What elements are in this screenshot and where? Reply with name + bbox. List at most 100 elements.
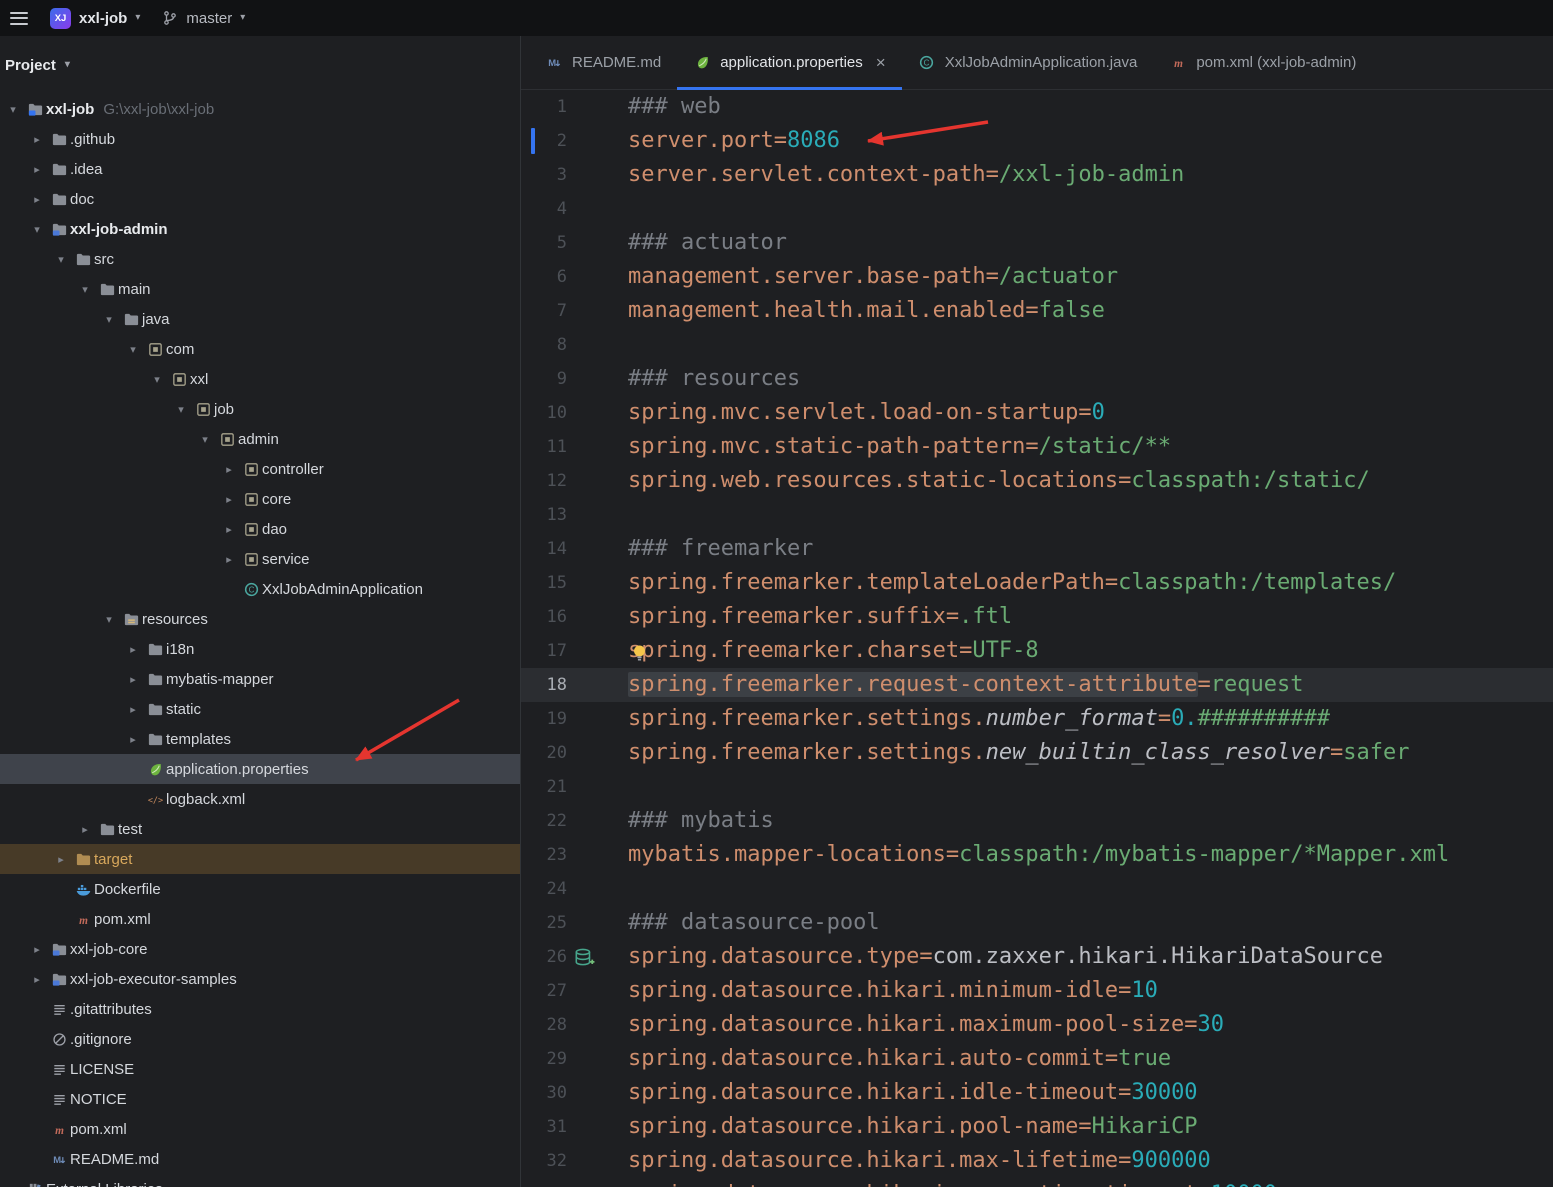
chevron-right-icon[interactable]: ▸ — [122, 703, 144, 716]
code-line-15[interactable]: 15 spring.freemarker.templateLoaderPath=c… — [521, 566, 1553, 600]
code-line-8[interactable]: 8 — [521, 328, 1553, 362]
chevron-right-icon[interactable]: ▸ — [2, 1183, 24, 1187]
code-line-17[interactable]: 17 spring.freemarker.charset=UTF-8 — [521, 634, 1553, 668]
tab-application-properties[interactable]: application.properties × — [677, 36, 902, 90]
tree-item-github[interactable]: ▸ .github — [0, 124, 520, 154]
code-line-1[interactable]: 1 ### web — [521, 90, 1553, 124]
tree-item-static[interactable]: ▸ static — [0, 694, 520, 724]
code-line-5[interactable]: 5 ### actuator — [521, 226, 1553, 260]
project-selector[interactable]: XJ xxl-job ▾ — [50, 7, 140, 29]
code-line-3[interactable]: 3 server.servlet.context-path=/xxl-job-ad… — [521, 158, 1553, 192]
tree-item-notice[interactable]: NOTICE — [0, 1084, 520, 1114]
tree-item-xxl[interactable]: ▾ xxl — [0, 364, 520, 394]
tree-item-pom-xml[interactable]: m pom.xml — [0, 1114, 520, 1144]
tree-item-test[interactable]: ▸ test — [0, 814, 520, 844]
tab-readme-md[interactable]: M README.md — [529, 36, 677, 89]
chevron-right-icon[interactable]: ▸ — [218, 493, 240, 506]
tree-item-java[interactable]: ▾ java — [0, 304, 520, 334]
code-line-20[interactable]: 20 spring.freemarker.settings.new_builtin… — [521, 736, 1553, 770]
code-line-22[interactable]: 22 ### mybatis — [521, 804, 1553, 838]
code-line-4[interactable]: 4 — [521, 192, 1553, 226]
tree-item-mybatis-mapper[interactable]: ▸ mybatis-mapper — [0, 664, 520, 694]
tree-item-i18n[interactable]: ▸ i18n — [0, 634, 520, 664]
tree-item-controller[interactable]: ▸ controller — [0, 454, 520, 484]
chevron-right-icon[interactable]: ▸ — [26, 973, 48, 986]
code-line-19[interactable]: 19 spring.freemarker.settings.number_form… — [521, 702, 1553, 736]
chevron-down-icon[interactable]: ▾ — [98, 313, 120, 326]
chevron-right-icon[interactable]: ▸ — [122, 733, 144, 746]
code-line-14[interactable]: 14 ### freemarker — [521, 532, 1553, 566]
tree-item-admin[interactable]: ▾ admin — [0, 424, 520, 454]
code-line-24[interactable]: 24 — [521, 872, 1553, 906]
code-line-28[interactable]: 28 spring.datasource.hikari.maximum-pool-… — [521, 1008, 1553, 1042]
chevron-right-icon[interactable]: ▸ — [26, 133, 48, 146]
tree-item-idea[interactable]: ▸ .idea — [0, 154, 520, 184]
chevron-down-icon[interactable]: ▾ — [170, 403, 192, 416]
chevron-right-icon[interactable]: ▸ — [122, 643, 144, 656]
project-panel-header[interactable]: Project ▾ — [0, 36, 520, 94]
chevron-right-icon[interactable]: ▸ — [26, 193, 48, 206]
code-line-21[interactable]: 21 — [521, 770, 1553, 804]
tree-item-application-properties[interactable]: application.properties — [0, 754, 520, 784]
code-line-9[interactable]: 9 ### resources — [521, 362, 1553, 396]
tree-item-xxl-job-admin[interactable]: ▾ xxl-job-admin — [0, 214, 520, 244]
code-line-26[interactable]: 26 spring.datasource.type=com.zaxxer.hika… — [521, 940, 1553, 974]
code-line-7[interactable]: 7 management.health.mail.enabled=false — [521, 294, 1553, 328]
chevron-right-icon[interactable]: ▸ — [218, 463, 240, 476]
tree-item-license[interactable]: LICENSE — [0, 1054, 520, 1084]
code-line-25[interactable]: 25 ### datasource-pool — [521, 906, 1553, 940]
tree-item-service[interactable]: ▸ service — [0, 544, 520, 574]
code-line-13[interactable]: 13 — [521, 498, 1553, 532]
tree-item-templates[interactable]: ▸ templates — [0, 724, 520, 754]
chevron-right-icon[interactable]: ▸ — [218, 523, 240, 536]
tree-item-xxljobadminapplication[interactable]: C XxlJobAdminApplication — [0, 574, 520, 604]
chevron-right-icon[interactable]: ▸ — [26, 163, 48, 176]
code-line-27[interactable]: 27 spring.datasource.hikari.minimum-idle=… — [521, 974, 1553, 1008]
chevron-down-icon[interactable]: ▾ — [26, 223, 48, 236]
tree-item-xxl-job-core[interactable]: ▸ xxl-job-core — [0, 934, 520, 964]
tree-item-external-libraries[interactable]: ▸ External Libraries — [0, 1174, 520, 1187]
code-line-32[interactable]: 32 spring.datasource.hikari.max-lifetime=… — [521, 1144, 1553, 1178]
tab-pom-xml-xxl-job-admin[interactable]: m pom.xml (xxl-job-admin) — [1153, 36, 1372, 89]
tree-item-core[interactable]: ▸ core — [0, 484, 520, 514]
tree-item-com[interactable]: ▾ com — [0, 334, 520, 364]
chevron-down-icon[interactable]: ▾ — [74, 283, 96, 296]
tree-item-src[interactable]: ▾ src — [0, 244, 520, 274]
tree-item-readme-md[interactable]: M README.md — [0, 1144, 520, 1174]
tree-item-resources[interactable]: ▾ resources — [0, 604, 520, 634]
tree-item-job[interactable]: ▾ job — [0, 394, 520, 424]
tab-xxljobadminapplication-java[interactable]: C XxlJobAdminApplication.java — [902, 36, 1154, 89]
chevron-right-icon[interactable]: ▸ — [74, 823, 96, 836]
tree-item-target[interactable]: ▸ target — [0, 844, 520, 874]
chevron-right-icon[interactable]: ▸ — [122, 673, 144, 686]
chevron-down-icon[interactable]: ▾ — [194, 433, 216, 446]
chevron-down-icon[interactable]: ▾ — [2, 103, 24, 116]
code-line-16[interactable]: 16 spring.freemarker.suffix=.ftl — [521, 600, 1553, 634]
tree-item-dao[interactable]: ▸ dao — [0, 514, 520, 544]
branch-selector[interactable]: master ▾ — [162, 10, 245, 27]
database-icon[interactable] — [573, 946, 595, 968]
tree-item-logback-xml[interactable]: </> logback.xml — [0, 784, 520, 814]
tree-item-xxl-job[interactable]: ▾ xxl-job G:\xxl-job\xxl-job — [0, 94, 520, 124]
chevron-down-icon[interactable]: ▾ — [146, 373, 168, 386]
code-line-11[interactable]: 11 spring.mvc.static-path-pattern=/static… — [521, 430, 1553, 464]
code-line-6[interactable]: 6 management.server.base-path=/actuator — [521, 260, 1553, 294]
code-line-2[interactable]: 2 server.port=8086 — [521, 124, 1553, 158]
tree-item-main[interactable]: ▾ main — [0, 274, 520, 304]
code-line-18[interactable]: 18 spring.freemarker.request-context-attr… — [521, 668, 1553, 702]
code-line-23[interactable]: 23 mybatis.mapper-locations=classpath:/my… — [521, 838, 1553, 872]
code-line-31[interactable]: 31 spring.datasource.hikari.pool-name=Hik… — [521, 1110, 1553, 1144]
close-tab-icon[interactable]: × — [876, 54, 886, 71]
chevron-down-icon[interactable]: ▾ — [98, 613, 120, 626]
tree-item-doc[interactable]: ▸ doc — [0, 184, 520, 214]
chevron-down-icon[interactable]: ▾ — [50, 253, 72, 266]
code-line-10[interactable]: 10 spring.mvc.servlet.load-on-startup=0 — [521, 396, 1553, 430]
chevron-right-icon[interactable]: ▸ — [26, 943, 48, 956]
tree-item-gitattributes[interactable]: .gitattributes — [0, 994, 520, 1024]
code-line-12[interactable]: 12 spring.web.resources.static-locations=… — [521, 464, 1553, 498]
intention-bulb-icon[interactable] — [629, 640, 650, 661]
code-line-30[interactable]: 30 spring.datasource.hikari.idle-timeout=… — [521, 1076, 1553, 1110]
chevron-down-icon[interactable]: ▾ — [122, 343, 144, 356]
tree-item-dockerfile[interactable]: Dockerfile — [0, 874, 520, 904]
chevron-right-icon[interactable]: ▸ — [50, 853, 72, 866]
